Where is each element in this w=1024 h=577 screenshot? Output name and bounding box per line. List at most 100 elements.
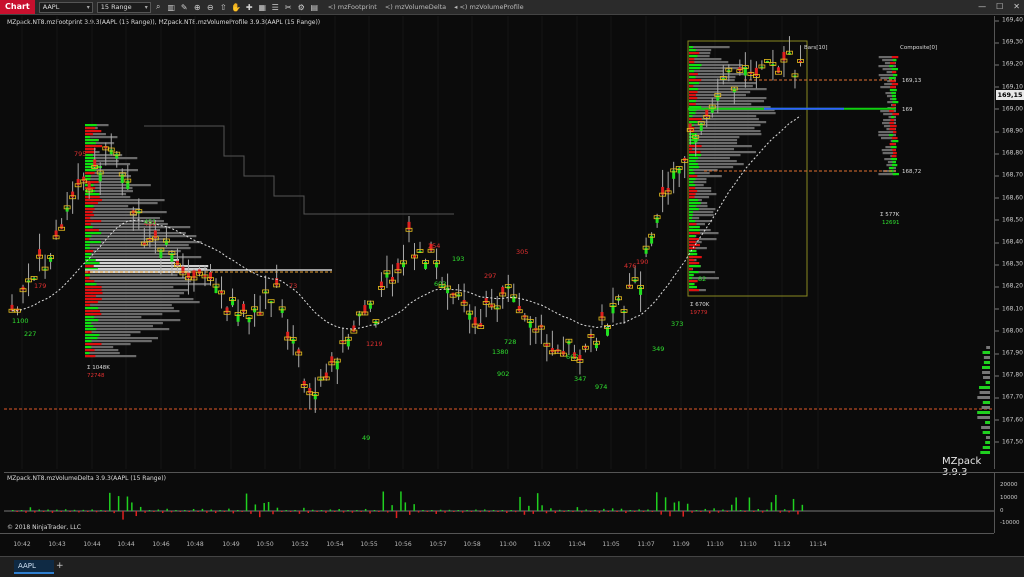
delta-bar-positive — [656, 492, 658, 511]
candle-body — [60, 224, 64, 229]
profile-delta-bar — [85, 208, 95, 211]
price-chart-canvas[interactable]: 79517948073254297305476 19012191100227193… — [4, 16, 994, 469]
profile-delta-bar — [85, 175, 91, 178]
time-tick-label: 11:10 — [739, 541, 757, 548]
composite-profile-delta-bar — [890, 119, 895, 122]
profile-delta-bar — [85, 211, 93, 214]
edge-volume-bar — [977, 411, 990, 414]
indicator-toggle-volume-profile[interactable]: ◂ <) mzVolumeProfile — [454, 3, 524, 11]
candle-body — [390, 276, 394, 282]
edge-volume-bar — [983, 356, 990, 359]
maximize-icon[interactable]: ☐ — [996, 0, 1003, 14]
profile-delta-bar — [85, 307, 99, 310]
delta-bar-negative — [170, 511, 173, 513]
time-tick-label: 10:50 — [256, 541, 274, 548]
session-profile-delta-bar — [689, 241, 696, 244]
session-profile-delta-bar — [689, 148, 693, 151]
profile-delta-bar — [85, 262, 100, 265]
session-profile-delta-bar — [689, 58, 695, 61]
chart-toolbar: Chart AAPL ▾ 15 Range ▾ ⌕ ▥ ✎ ⊕ ⊖ ⇧ ✋ ✚ ▦ … — [0, 0, 1024, 15]
search-icon[interactable]: ⌕ — [153, 2, 164, 13]
candle-body — [600, 312, 604, 319]
grid-icon[interactable]: ▦ — [257, 2, 268, 13]
delta-bar-negative — [351, 511, 354, 513]
session-profile-delta-bar — [689, 70, 695, 73]
time-axis[interactable]: 10:42 10:43 10:44 10:44 10:46 10:48 10:49 10:50… — [0, 533, 994, 556]
interval-selector[interactable]: 15 Range ▾ — [96, 1, 151, 13]
gear-icon[interactable]: ⚙ — [296, 2, 307, 13]
profile-delta-bar — [85, 139, 99, 142]
chart-title-tab[interactable]: Chart — [0, 0, 35, 14]
time-tick-label: 10:44 — [83, 541, 101, 548]
delta-bar-negative — [113, 511, 115, 514]
session-profile-delta-bar — [689, 199, 699, 202]
candle-body — [401, 262, 405, 268]
session-profile-delta-bar — [689, 181, 694, 184]
add-tab-icon[interactable]: + — [56, 561, 64, 571]
volume-delta-panel[interactable]: MZpack.NT8.mzVolumeDelta 3.9.3(AAPL (15 … — [4, 472, 994, 533]
delta-bar-negative — [616, 511, 618, 512]
session-profile-delta-bar — [689, 217, 693, 220]
document-icon[interactable]: ▤ — [309, 2, 320, 13]
left-profile-delta: 72748 — [87, 373, 105, 379]
scissors-icon[interactable]: ✂ — [283, 2, 294, 13]
delta-bar-positive — [713, 508, 715, 511]
pencil-icon[interactable]: ✎ — [179, 2, 190, 13]
tab-aapl[interactable]: AAPL — [14, 560, 54, 574]
profile-delta-bar — [85, 133, 93, 136]
composite-profile-delta-bar — [889, 62, 896, 65]
zoom-in-icon[interactable]: ⊕ — [192, 2, 203, 13]
edge-volume-bar — [982, 446, 990, 449]
list-icon[interactable]: ☰ — [270, 2, 281, 13]
delta-bar-negative — [78, 511, 80, 513]
arrow-up-icon[interactable]: ⇧ — [218, 2, 229, 13]
edge-volume-bar — [985, 441, 990, 444]
profile-bar — [85, 265, 209, 268]
instrument-selector[interactable]: AAPL ▾ — [38, 1, 93, 13]
zoom-out-icon[interactable]: ⊖ — [205, 2, 216, 13]
time-tick-label: 10:56 — [394, 541, 412, 548]
minimize-icon[interactable]: — — [978, 0, 986, 14]
delta-bar-positive — [245, 493, 248, 511]
hand-icon[interactable]: ✋ — [231, 2, 242, 13]
delta-scale[interactable]: 20000 10000 0 -10000 — [994, 472, 1024, 533]
profile-delta-bar — [85, 151, 95, 154]
candle-body — [578, 354, 582, 361]
delta-bar-positive — [320, 510, 323, 511]
candle-body — [324, 372, 328, 379]
price-scale[interactable]: 169,40 169,30 169,20 169,10 169,00 168,90 168,… — [994, 16, 1024, 469]
candle-body — [181, 266, 185, 274]
time-tick-label: 11:07 — [637, 541, 655, 548]
bar-style-icon[interactable]: ▥ — [166, 2, 177, 13]
indicator-toggle-footprint[interactable]: <) mzFootprint — [328, 3, 377, 11]
profile-delta-bar — [85, 322, 92, 325]
indicator-toggle-volume-delta[interactable]: <) mzVolumeDelta — [385, 3, 446, 11]
session-profile-delta-bar — [689, 256, 702, 259]
green-volume-annotation: 347 — [574, 375, 586, 383]
candle-body — [197, 269, 201, 274]
price-tick-label: 169,30 — [995, 38, 1023, 46]
delta-bar-positive — [664, 497, 667, 511]
price-chart-panel[interactable]: MZpack.NT8.mzFootprint 3.9.3(AAPL (15 Ra… — [4, 16, 994, 478]
session-profile-delta-bar — [689, 82, 700, 85]
edge-volume-bar — [983, 361, 990, 364]
price-tick-label: 167,60 — [995, 416, 1023, 424]
candle-body — [286, 331, 290, 339]
delta-bar-negative — [435, 511, 437, 514]
price-tick-label: 169,00 — [995, 105, 1023, 113]
profile-delta-bar — [85, 223, 91, 226]
edge-volume-bar — [982, 401, 990, 404]
session-profile-delta-bar — [689, 280, 698, 283]
session-profile-delta-bar — [689, 88, 699, 91]
session-profile-delta-bar — [689, 208, 699, 211]
session-profile-bar — [689, 169, 718, 172]
green-volume-annotation: 667 — [566, 353, 578, 361]
delta-bar-positive — [117, 496, 120, 511]
crosshair-icon[interactable]: ✚ — [244, 2, 255, 13]
volume-delta-canvas[interactable] — [4, 473, 994, 533]
close-icon[interactable]: ✕ — [1013, 0, 1020, 14]
session-profile-delta-bar — [689, 232, 700, 235]
candle-body — [76, 179, 80, 186]
session-profile-delta-bar — [689, 268, 693, 271]
time-tick-label: 10:55 — [360, 541, 378, 548]
